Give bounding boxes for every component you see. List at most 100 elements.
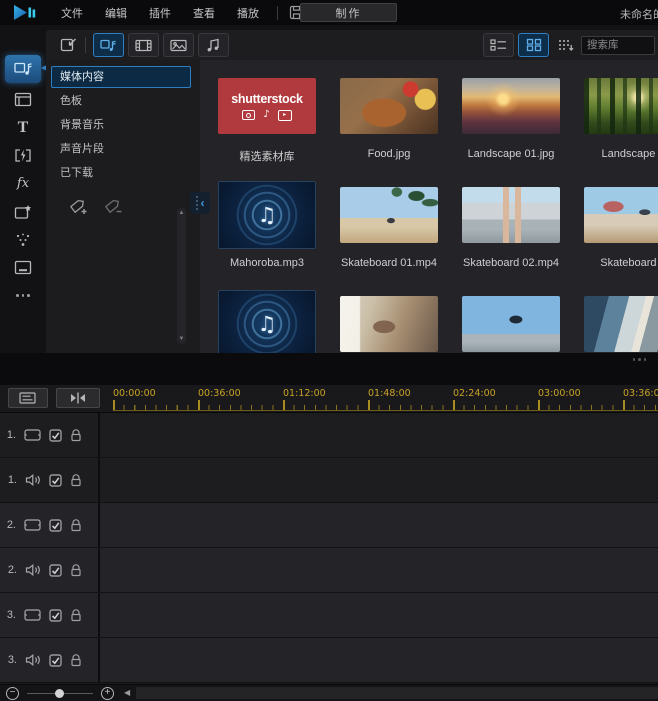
toolbar-divider bbox=[277, 6, 278, 20]
list-view-button[interactable] bbox=[483, 33, 514, 57]
track-manager-button[interactable] bbox=[8, 388, 48, 408]
track-content[interactable] bbox=[100, 413, 658, 457]
timeline-zoom-bar: − + ◀ bbox=[0, 684, 658, 701]
category-downloaded[interactable]: 已下载 bbox=[51, 162, 191, 184]
sidebar-item-media-room[interactable]: ◀ bbox=[5, 55, 41, 83]
track-enable-checkbox[interactable] bbox=[49, 429, 62, 442]
scroll-left-icon[interactable]: ◀ bbox=[124, 689, 130, 697]
produce-button[interactable]: 制作 bbox=[300, 3, 397, 22]
media-item[interactable]: Skateboard 02.mp4 bbox=[462, 181, 560, 271]
track-content[interactable] bbox=[100, 638, 658, 682]
scroll-down-icon[interactable]: ▼ bbox=[179, 336, 185, 342]
import-media-button[interactable] bbox=[55, 33, 81, 57]
audio-thumbnail[interactable]: ♫ bbox=[218, 290, 316, 353]
menu-file[interactable]: 文件 bbox=[61, 5, 83, 21]
sidebar-item-overlay-room[interactable] bbox=[5, 200, 41, 223]
media-item[interactable]: ♫ bbox=[218, 290, 316, 353]
media-item-label: Mahoroba.mp3 bbox=[230, 257, 304, 271]
menu-edit[interactable]: 编辑 bbox=[105, 5, 127, 21]
track-enable-checkbox[interactable] bbox=[49, 564, 62, 577]
app-logo-icon bbox=[12, 4, 36, 21]
video-thumbnail[interactable] bbox=[584, 296, 658, 352]
sidebar-item-more[interactable] bbox=[5, 284, 41, 307]
photo-thumbnail[interactable] bbox=[462, 78, 560, 134]
category-media-content[interactable]: 媒体内容 bbox=[51, 66, 191, 88]
scroll-up-icon[interactable]: ▲ bbox=[179, 210, 185, 216]
shutterstock-tile[interactable]: shutterstock ♪ ▸ bbox=[218, 78, 316, 134]
grid-view-button[interactable] bbox=[518, 33, 549, 57]
search-library-input[interactable] bbox=[581, 36, 655, 55]
remove-tag-icon[interactable] bbox=[103, 198, 124, 217]
ruler-timestamp: 03:36:00 bbox=[623, 388, 658, 399]
media-item[interactable] bbox=[462, 290, 560, 353]
track-enable-checkbox[interactable] bbox=[49, 474, 62, 487]
panel-resize-grip[interactable] bbox=[196, 196, 198, 210]
video-thumbnail[interactable] bbox=[462, 296, 560, 352]
menu-plugins[interactable]: 插件 bbox=[149, 5, 171, 21]
media-item[interactable] bbox=[584, 290, 658, 353]
zoom-out-button[interactable]: − bbox=[6, 687, 19, 700]
zoom-in-button[interactable]: + bbox=[101, 687, 114, 700]
sidebar-item-effect-room[interactable]: fx bbox=[5, 172, 41, 195]
track-lock-icon[interactable] bbox=[70, 428, 82, 442]
media-item[interactable]: Skateboard 0 bbox=[584, 181, 658, 271]
media-item[interactable]: Landscape 0 bbox=[584, 72, 658, 162]
video-thumbnail[interactable] bbox=[340, 296, 438, 352]
slider-handle[interactable] bbox=[55, 689, 64, 698]
more-dots-icon bbox=[16, 294, 30, 297]
panel-timeline-divider[interactable] bbox=[0, 353, 658, 385]
track-enable-checkbox[interactable] bbox=[49, 654, 62, 667]
audio-track-icon bbox=[25, 474, 41, 486]
video-thumbnail[interactable] bbox=[462, 187, 560, 243]
sidebar-item-transition-room[interactable] bbox=[5, 144, 41, 167]
filter-photos-button[interactable] bbox=[163, 33, 194, 57]
media-item[interactable]: ♫ Mahoroba.mp3 bbox=[218, 181, 316, 271]
category-color-boards[interactable]: 色板 bbox=[51, 90, 191, 112]
track-enable-checkbox[interactable] bbox=[49, 609, 62, 622]
collapse-panel-button[interactable]: ‹ bbox=[190, 192, 210, 214]
filter-videos-button[interactable] bbox=[128, 33, 159, 57]
track-content[interactable] bbox=[100, 593, 658, 637]
media-grid: shutterstock ♪ ▸ 精选素材库 Food bbox=[200, 60, 658, 353]
track-lock-icon[interactable] bbox=[70, 653, 82, 667]
track-content[interactable] bbox=[100, 503, 658, 547]
menu-play[interactable]: 播放 bbox=[237, 5, 259, 21]
sidebar-item-title-room[interactable]: T bbox=[5, 116, 41, 139]
media-item-stock[interactable]: shutterstock ♪ ▸ 精选素材库 bbox=[218, 72, 316, 162]
media-item[interactable]: Skateboard 01.mp4 bbox=[340, 181, 438, 271]
track-content[interactable] bbox=[100, 458, 658, 502]
sidebar-item-subtitle-room[interactable] bbox=[5, 256, 41, 279]
category-scrollbar[interactable]: ▲ ▼ bbox=[177, 208, 186, 344]
sidebar-item-particle-room[interactable] bbox=[5, 228, 41, 251]
track-lock-icon[interactable] bbox=[70, 473, 82, 487]
photo-thumbnail[interactable] bbox=[340, 78, 438, 134]
track-content[interactable] bbox=[100, 548, 658, 592]
category-background-music[interactable]: 背景音乐 bbox=[51, 114, 191, 136]
media-item[interactable] bbox=[340, 290, 438, 353]
track-enable-checkbox[interactable] bbox=[49, 519, 62, 532]
video-thumbnail[interactable] bbox=[584, 187, 658, 243]
sidebar-item-template-room[interactable] bbox=[5, 88, 41, 111]
filter-music-button[interactable] bbox=[198, 33, 229, 57]
track-lock-icon[interactable] bbox=[70, 563, 82, 577]
music-note-icon: ♫ bbox=[258, 314, 277, 335]
menu-view[interactable]: 查看 bbox=[193, 5, 215, 21]
media-item[interactable]: Landscape 01.jpg bbox=[462, 72, 560, 162]
video-thumbnail[interactable] bbox=[340, 187, 438, 243]
category-sound-clips[interactable]: 声音片段 bbox=[51, 138, 191, 160]
ruler-timestamp: 01:12:00 bbox=[283, 388, 326, 399]
timeline-horizontal-scrollbar[interactable] bbox=[136, 687, 658, 699]
filter-all-media-button[interactable] bbox=[93, 33, 124, 57]
track-lock-icon[interactable] bbox=[70, 608, 82, 622]
timeline-ruler[interactable]: 00:00:00 00:36:00 01:12:00 01:48:00 02:2… bbox=[100, 385, 658, 412]
timeline-zoom-slider[interactable] bbox=[27, 687, 93, 700]
audio-thumbnail[interactable]: ♫ bbox=[218, 181, 316, 249]
room-sidebar: ◀ T fx bbox=[0, 25, 46, 378]
photo-thumbnail[interactable] bbox=[584, 78, 658, 134]
track-lock-icon[interactable] bbox=[70, 518, 82, 532]
divider-grip-icon[interactable] bbox=[633, 358, 647, 361]
sort-options-button[interactable] bbox=[553, 33, 577, 57]
media-item[interactable]: Food.jpg bbox=[340, 72, 438, 162]
add-tag-icon[interactable] bbox=[68, 198, 89, 217]
snap-to-clips-button[interactable] bbox=[56, 388, 100, 408]
